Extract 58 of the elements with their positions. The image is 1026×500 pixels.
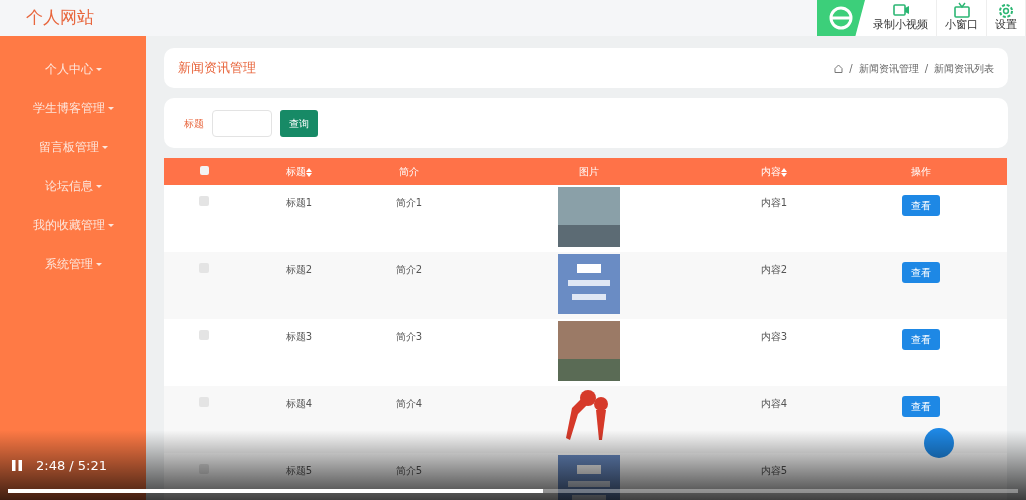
caret-icon (101, 146, 108, 149)
table-cell: 简介3 (395, 331, 423, 342)
breadcrumb-item[interactable]: 新闻资讯管理 (858, 60, 919, 76)
table-cell: 标题2 (285, 264, 313, 275)
view-button[interactable]: 查看 (901, 396, 940, 417)
building-photo-placeholder (558, 187, 620, 247)
settings-icon (997, 2, 1015, 18)
breadcrumb-item[interactable]: 新闻资讯列表 (934, 60, 994, 76)
table-cell: 标题3 (285, 331, 313, 342)
sidebar-item[interactable]: 我的收藏管理 (32, 216, 105, 235)
table-cell: 内容5 (760, 465, 788, 476)
table-cell: 内容1 (760, 197, 788, 208)
home-icon (834, 63, 844, 73)
caret-icon (95, 263, 102, 266)
select-all-checkbox[interactable] (199, 166, 209, 175)
table-cell: 简介5 (395, 465, 423, 476)
view-button[interactable]: 查看 (901, 262, 940, 283)
video-time: 2:48 / 5:21 (36, 456, 108, 475)
column-header: 简介 (399, 166, 419, 177)
caret-icon (95, 185, 102, 188)
caret-icon (107, 224, 114, 227)
search-button[interactable]: 查询 (280, 109, 318, 137)
video-camera-icon (891, 2, 910, 18)
caret-icon (95, 68, 102, 71)
table-cell: 内容3 (760, 331, 788, 342)
title-input-field[interactable] (212, 109, 272, 137)
table-cell: 标题5 (285, 465, 313, 476)
table-cell: 标题4 (285, 398, 313, 409)
view-button[interactable]: 查看 (901, 195, 940, 216)
page-title: 新闻资讯管理 (178, 59, 256, 78)
row-checkbox[interactable] (199, 196, 209, 206)
site-title: 个人网站 (26, 6, 94, 30)
column-header: 标题 (286, 166, 306, 177)
sidebar-item[interactable]: 论坛信息 (44, 177, 93, 196)
campus-photo-placeholder (558, 321, 620, 381)
breadcrumb-separator: / (924, 61, 928, 76)
sidebar-item[interactable]: 个人中心 (44, 60, 93, 79)
sidebar-item[interactable]: 系统管理 (44, 255, 93, 274)
search-label: 标题 (184, 116, 204, 131)
column-header: 操作 (910, 166, 931, 177)
tv-icon (952, 2, 971, 18)
column-header: 图片 (579, 166, 599, 177)
row-checkbox[interactable] (199, 330, 209, 340)
view-button[interactable]: 查看 (901, 329, 940, 350)
progress-track[interactable] (8, 489, 1018, 493)
table-cell: 简介2 (395, 264, 423, 275)
row-checkbox[interactable] (199, 464, 209, 474)
sidebar-item[interactable]: 留言板管理 (38, 138, 99, 157)
table-cell: 简介1 (395, 197, 423, 208)
pause-icon[interactable] (11, 459, 23, 472)
caret-icon (107, 107, 114, 110)
column-header: 内容 (761, 166, 781, 177)
breadcrumb-separator: / (849, 61, 853, 76)
table-cell: 内容2 (760, 264, 788, 275)
table-cell: 标题1 (285, 197, 313, 208)
sidebar-item[interactable]: 学生博客管理 (32, 99, 105, 118)
table-cell: 内容4 (760, 398, 788, 409)
table-cell: 简介4 (395, 398, 423, 409)
